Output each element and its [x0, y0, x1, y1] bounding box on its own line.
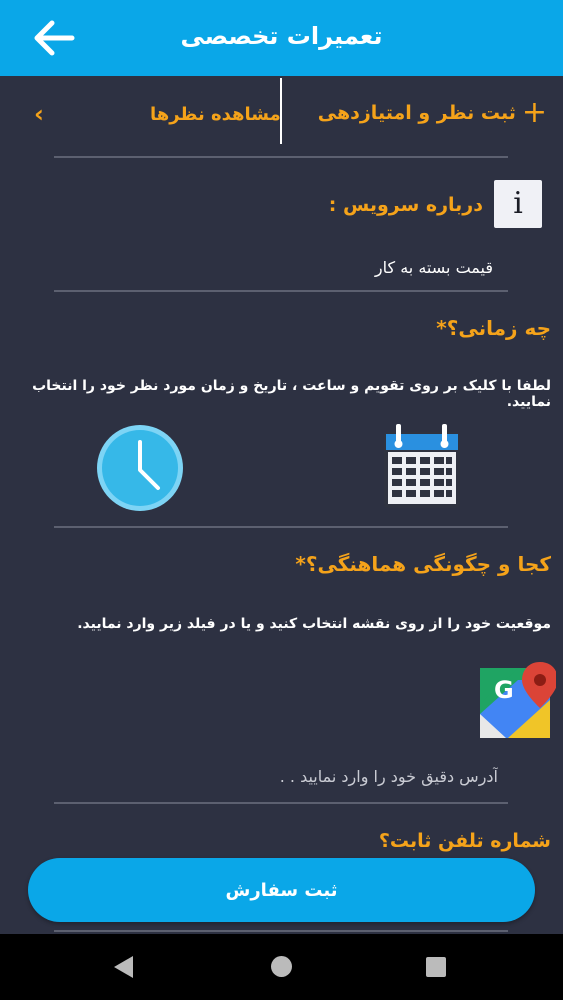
divider: [54, 156, 508, 158]
submit-order-button[interactable]: ثبت سفارش: [28, 858, 535, 922]
where-title-text: کجا و چگونگی هماهنگی؟: [305, 552, 551, 576]
divider: [54, 930, 508, 932]
nav-home-icon[interactable]: [271, 956, 292, 977]
chevron-left-icon[interactable]: ‹: [34, 100, 44, 128]
page-title: تعمیرات تخصصی: [180, 22, 383, 50]
nav-back-icon[interactable]: [114, 956, 133, 978]
info-icon: i: [494, 180, 542, 228]
divider: [54, 802, 508, 804]
add-review-label: ثبت نظر و امتیازدهی: [317, 102, 516, 124]
view-reviews-button[interactable]: مشاهده نظرها: [150, 104, 281, 125]
divider: [54, 290, 508, 292]
nav-recents-icon[interactable]: [426, 957, 446, 977]
required-mark: *: [436, 316, 447, 340]
when-title: چه زمانی؟*: [436, 316, 551, 340]
about-service-title: درباره سرویس :: [328, 194, 483, 216]
when-title-text: چه زمانی؟: [446, 316, 551, 340]
phone-title: شماره تلفن ثابت؟: [378, 830, 551, 852]
system-nav-bar: [0, 934, 563, 1000]
google-maps-icon[interactable]: G: [478, 660, 558, 740]
where-title: کجا و چگونگی هماهنگی؟*: [295, 552, 551, 576]
when-instruction: لطفا با کلیک بر روی تقویم و ساعت ، تاریخ…: [32, 378, 551, 410]
required-mark: *: [295, 552, 306, 576]
price-text: قیمت بسته به کار: [374, 258, 493, 277]
app-bar: تعمیرات تخصصی: [0, 0, 563, 76]
reviews-bar: + ثبت نظر و امتیازدهی مشاهده نظرها ‹: [0, 76, 563, 156]
address-input[interactable]: [60, 758, 498, 794]
plus-icon: +: [521, 95, 547, 130]
svg-text:G: G: [494, 676, 514, 704]
calendar-icon[interactable]: [382, 424, 462, 510]
add-review-button[interactable]: + ثبت نظر و امتیازدهی: [317, 95, 547, 130]
where-instruction: موقعیت خود را از روی نقشه انتخاب کنید و …: [77, 616, 551, 632]
divider: [54, 526, 508, 528]
clock-icon[interactable]: [96, 424, 184, 512]
